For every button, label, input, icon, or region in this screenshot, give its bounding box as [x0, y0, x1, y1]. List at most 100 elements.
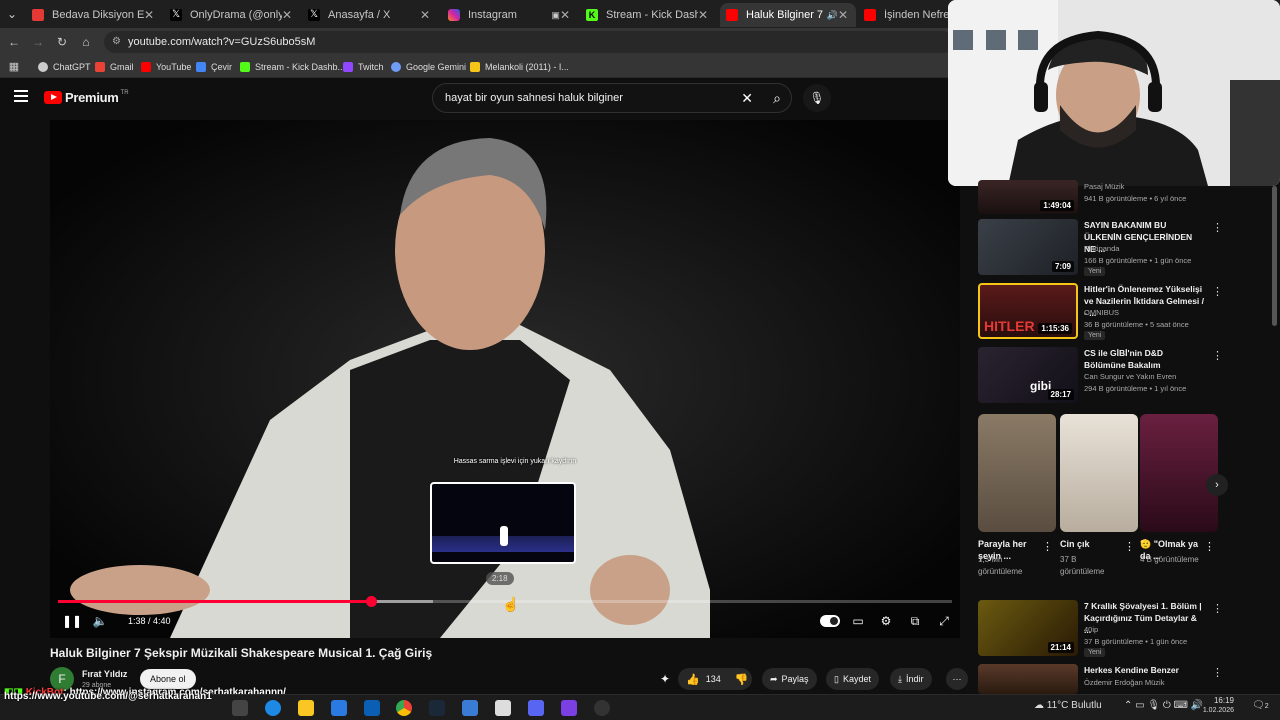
more-vert-icon[interactable]: ⋮: [1124, 540, 1135, 553]
forward-arrow-icon[interactable]: →: [30, 34, 46, 50]
app-icon[interactable]: [462, 700, 478, 716]
tab-onlydrama[interactable]: 𝕏OnlyDrama (@onlydrama✕: [164, 3, 300, 27]
short-thumbnail[interactable]: [978, 414, 1056, 532]
system-tray-icons[interactable]: ⌃ ▭ 🎙 ⏻ ⌨ 🔊: [1124, 700, 1203, 711]
tab-close-icon[interactable]: ✕: [698, 8, 708, 22]
video-title[interactable]: CS ile GİBİ'nin D&D Bölümüne Bakalım: [1084, 347, 1204, 371]
more-vert-icon[interactable]: ⋮: [1212, 602, 1223, 615]
site-info-icon[interactable]: ⚙: [112, 31, 121, 53]
video-title[interactable]: Herkes Kendine Benzer: [1084, 664, 1204, 676]
channel-name[interactable]: Pintipanda: [1084, 244, 1119, 253]
more-vert-icon[interactable]: ⋮: [1212, 666, 1223, 679]
more-vert-icon[interactable]: ⋮: [1204, 540, 1215, 553]
dislike-thumb-icon[interactable]: 👎: [735, 673, 749, 686]
autoplay-toggle[interactable]: [820, 615, 840, 627]
menu-hamburger-icon[interactable]: [14, 90, 28, 102]
back-arrow-icon[interactable]: ←: [6, 34, 22, 50]
tab-close-icon[interactable]: ✕: [420, 8, 430, 22]
weather-widget[interactable]: ☁ 11°C Bulutlu: [1034, 700, 1102, 711]
discord-icon[interactable]: [528, 700, 544, 716]
short-title[interactable]: Cin çık: [1060, 538, 1120, 550]
video-thumbnail[interactable]: 21:14: [978, 600, 1078, 656]
recommendation-item[interactable]: Herkes Kendine Benzer Özdemir Erdoğan Mü…: [978, 664, 1223, 694]
clock-time[interactable]: 16:19: [1206, 696, 1234, 705]
bookmark-youtube[interactable]: YouTube: [141, 59, 191, 75]
bookmark-gemini[interactable]: Google Gemini: [391, 59, 466, 75]
tab-search-icon[interactable]: ⌄: [4, 6, 20, 22]
like-thumb-icon[interactable]: 👍: [686, 673, 700, 686]
tab-haluk-bilginer[interactable]: Haluk Bilginer 7 Şeksp🔊✕: [720, 3, 856, 27]
bookmark-chatgpt[interactable]: ChatGPT: [38, 59, 91, 75]
video-thumbnail[interactable]: gibi 28:17: [978, 347, 1078, 403]
video-thumbnail[interactable]: HITLER 1:15:36: [978, 283, 1078, 339]
channel-name[interactable]: 40ip: [1084, 625, 1098, 634]
more-vert-icon[interactable]: ⋮: [1042, 540, 1053, 553]
edge-icon[interactable]: [265, 700, 281, 716]
task-view-icon[interactable]: [232, 700, 248, 716]
search-icon[interactable]: ⌕: [773, 84, 781, 112]
bookmark-kick[interactable]: Stream - Kick Dashb...: [240, 59, 345, 75]
channel-name[interactable]: Can Sungur ve Yakın Evren: [1084, 372, 1176, 381]
more-vert-icon[interactable]: ⋮: [1212, 349, 1223, 362]
tab-diksiyon[interactable]: Bedava Diksiyon Eğitim Se✕: [26, 3, 162, 27]
bookmark-melankoli[interactable]: Melankoli (2011) - I...: [470, 59, 569, 75]
tab-kick-dashboard[interactable]: KStream - Kick Dashboard✕: [580, 3, 716, 27]
search-input[interactable]: hayat bir oyun sahnesi haluk bilginer ✕ …: [432, 83, 792, 113]
save-button[interactable]: ▯ Kaydet: [826, 668, 879, 690]
short-thumbnail[interactable]: [1140, 414, 1218, 532]
download-button[interactable]: ⤓ İndir: [890, 668, 932, 690]
youtube-logo[interactable]: Premium TR: [44, 90, 129, 105]
tab-close-icon[interactable]: ✕: [282, 8, 292, 22]
sidebar-scrollbar[interactable]: [1272, 186, 1277, 326]
video-thumbnail[interactable]: [978, 664, 1078, 694]
recommendation-item[interactable]: 21:14 7 Krallık Şövalyesi 1. Bölüm | Kaç…: [978, 600, 1223, 657]
tab-instagram[interactable]: Instagram ▣ ✕: [442, 3, 578, 27]
tab-close-icon[interactable]: ✕: [144, 8, 154, 22]
scrubber-handle[interactable]: [365, 596, 377, 607]
recommendation-item[interactable]: HITLER 1:15:36 Hitler'in Önlenemez Yüksel…: [978, 283, 1223, 340]
tab-close-icon[interactable]: ✕: [560, 8, 570, 22]
more-actions-button[interactable]: ⋯: [946, 668, 968, 690]
miniplayer-icon[interactable]: ⧉: [907, 613, 923, 629]
apps-grid-icon[interactable]: ▦: [6, 59, 22, 75]
outlook-icon[interactable]: [364, 700, 380, 716]
more-vert-icon[interactable]: ⋮: [1212, 221, 1223, 234]
video-thumbnail[interactable]: 1:49:04: [978, 180, 1078, 214]
app-icon[interactable]: [561, 700, 577, 716]
fullscreen-icon[interactable]: ⤢: [936, 613, 952, 629]
more-vert-icon[interactable]: ⋮: [1212, 285, 1223, 298]
bookmark-twitch[interactable]: Twitch: [343, 59, 384, 75]
chrome-icon[interactable]: [396, 700, 412, 716]
store-icon[interactable]: [331, 700, 347, 716]
bookmark-gmail[interactable]: Gmail: [95, 59, 134, 75]
tab-x-home[interactable]: 𝕏 Anasayfa / X ✕: [302, 3, 438, 27]
clear-search-icon[interactable]: ✕: [741, 84, 753, 112]
settings-gear-icon[interactable]: ⚙: [878, 613, 894, 629]
voice-search-icon[interactable]: 🎙: [803, 84, 831, 112]
audio-playing-icon[interactable]: 🔊: [827, 10, 838, 21]
volume-icon[interactable]: 🔈: [92, 613, 108, 629]
address-bar[interactable]: ⚙ youtube.com/watch?v=GUzS6ubo5sM: [104, 31, 954, 53]
clock-date[interactable]: 1.02.2026: [1196, 707, 1234, 714]
reload-icon[interactable]: ↻: [54, 34, 70, 50]
notification-icon[interactable]: 🗨2: [1252, 700, 1269, 711]
file-explorer-icon[interactable]: [298, 700, 314, 716]
obs-icon[interactable]: [594, 700, 610, 716]
subscribe-button[interactable]: Abone ol: [140, 669, 196, 689]
video-title[interactable]: 7 Krallık Şövalyesi 1. Bölüm | Kaçırdığı…: [1084, 600, 1204, 636]
tab-isinden-nefret[interactable]: İşinden Nefret Eden: [858, 3, 958, 27]
recommendation-item[interactable]: 7:09 SAYIN BAKANIM BU ÜLKENİN GENÇLERİND…: [978, 219, 1223, 276]
ai-sparkle-icon[interactable]: ✦: [660, 672, 670, 686]
channel-name[interactable]: OMNIBUS: [1084, 308, 1119, 317]
channel-name[interactable]: Özdemir Erdoğan Müzik: [1084, 678, 1164, 687]
app-icon[interactable]: [495, 700, 511, 716]
recommendation-item[interactable]: gibi 28:17 CS ile GİBİ'nin D&D Bölümüne B…: [978, 347, 1223, 403]
share-button[interactable]: ➦ Paylaş: [762, 668, 817, 690]
channel-name[interactable]: Fırat Yıldız: [82, 669, 127, 679]
tab-close-icon[interactable]: ✕: [838, 8, 848, 22]
subtitles-icon[interactable]: ▭: [850, 613, 866, 629]
bookmark-cevir[interactable]: Çevir: [196, 59, 232, 75]
steam-icon[interactable]: [429, 700, 445, 716]
recommendation-item[interactable]: 1:49:04 Pasaj Müzik 941 B görüntüleme • …: [978, 180, 1218, 214]
video-player[interactable]: Hassas sarma işlevi için yukarı kaydırın…: [50, 120, 960, 638]
